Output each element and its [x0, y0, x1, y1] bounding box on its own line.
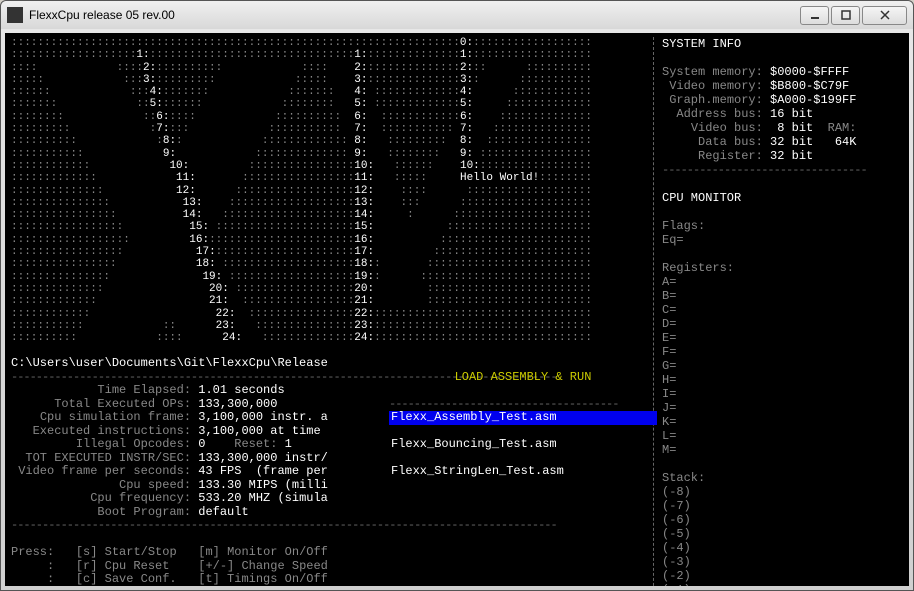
hotkeys: Press: [s] Start/Stop [m] Monitor On/Off…	[11, 545, 328, 586]
stats-block: Time Elapsed: 1.01 seconds Total Execute…	[11, 383, 328, 519]
video-output: ::::::::::::::::::::::::::::::::::::::::…	[11, 37, 653, 357]
file-item[interactable]: Flexx_StringLen_Test.asm	[389, 465, 657, 479]
window-title: FlexxCpu release 05 rev.00	[29, 8, 800, 22]
minimize-button[interactable]	[800, 6, 829, 25]
system-info-title: SYSTEM INFO	[662, 37, 741, 51]
file-item[interactable]: Flexx_Assembly_Test.asm	[389, 411, 657, 425]
close-button[interactable]	[862, 6, 907, 25]
file-item[interactable]: Flexx_Bouncing_Test.asm	[389, 438, 657, 452]
load-assembly-panel: LOAD ASSEMBLY & RUN --------------------…	[389, 357, 657, 586]
window-controls	[800, 6, 907, 25]
cpu-monitor-title: CPU MONITOR	[662, 191, 741, 205]
console-area: ::::::::::::::::::::::::::::::::::::::::…	[5, 33, 909, 586]
maximize-button[interactable]	[831, 6, 860, 25]
titlebar[interactable]: FlexxCpu release 05 rev.00	[1, 1, 913, 29]
app-window: FlexxCpu release 05 rev.00 :::::::::::::…	[0, 0, 914, 591]
load-title: LOAD ASSEMBLY & RUN	[389, 371, 657, 385]
app-icon	[7, 7, 23, 23]
right-panel: SYSTEM INFO System memory: $0000-$FFFF V…	[653, 37, 903, 586]
bottom-panel: C:\Users\user\Documents\Git\FlexxCpu\Rel…	[11, 357, 653, 586]
